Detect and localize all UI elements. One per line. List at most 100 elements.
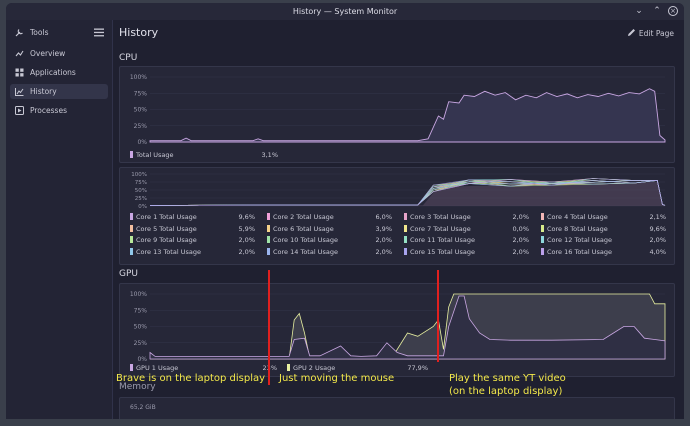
cpu-core-value: 2,0% [512, 247, 529, 256]
cpu-cores-panel: 100% 75% 50% 25% 0% Core 1 Total Usage 9,6% Co… [119, 167, 675, 265]
cpu-total-legend: Total Usage [130, 151, 174, 159]
legend-swatch [404, 247, 407, 255]
cpu-core-legend: Core 14 Total Usage [267, 247, 338, 256]
legend-label: Core 16 Total Usage [547, 247, 612, 256]
legend-label: Core 10 Total Usage [273, 236, 338, 244]
cpu-core-value: 2,0% [375, 247, 392, 256]
close-icon[interactable]: × [668, 6, 678, 16]
legend-label: Core 2 Total Usage [273, 213, 334, 221]
legend-label: Total Usage [136, 151, 174, 159]
legend-swatch [404, 213, 407, 220]
legend-label: Core 14 Total Usage [273, 247, 338, 256]
legend-swatch [287, 364, 290, 371]
gpu1-legend: GPU 1 Usage [130, 364, 178, 372]
legend-swatch [404, 236, 407, 243]
sidebar-item-history[interactable]: History [10, 84, 108, 99]
event-marker-line [437, 270, 439, 362]
gpu-panel: 100% 75% 50% 25% 0% GPU 1 Usage 23% GPU 2 Us… [119, 283, 675, 377]
cpu-section-title: CPU [119, 53, 138, 63]
legend-swatch [267, 236, 270, 243]
tick-label: 50% [134, 107, 148, 114]
cpu-cores-chart: 100% 75% 50% 25% 0% [131, 172, 666, 210]
tick-label: 25% [134, 340, 148, 347]
legend-label: Core 4 Total Usage [547, 213, 608, 221]
tick-label: 0% [137, 356, 147, 363]
cpu-core-value: 9,6% [238, 213, 255, 221]
applications-icon [15, 68, 24, 77]
cpu-core-value: 0,0% [512, 224, 529, 233]
tick-label: 50% [135, 188, 147, 194]
tools-icon [15, 29, 23, 37]
cpu-core-value: 2,1% [649, 213, 666, 221]
sidebar-item-overview[interactable]: Overview [10, 46, 108, 61]
cpu-core-value: 2,0% [238, 236, 255, 244]
cpu-core-value: 9,6% [649, 224, 666, 233]
legend-swatch [130, 224, 133, 232]
gpu-section-title: GPU [119, 269, 138, 279]
legend-label: Core 7 Total Usage [410, 224, 471, 233]
legend-label: Core 12 Total Usage [547, 236, 612, 244]
memory-tick-top: 65,2 GiB [130, 404, 156, 411]
cpu-core-legend: Core 7 Total Usage [404, 224, 471, 233]
tick-label: 75% [134, 90, 148, 97]
annotation-mouse: Just moving the mouse [279, 373, 395, 384]
window-title: History — System Monitor [292, 7, 398, 16]
minimize-icon[interactable]: ⌄ [634, 6, 644, 16]
cpu-core-legend: Core 4 Total Usage [541, 213, 608, 221]
overview-icon [15, 50, 24, 57]
cpu-total-chart: 100% 75% 50% 25% 0% [130, 74, 666, 146]
memory-panel: 65,2 GiB [119, 397, 675, 419]
sidebar-item-label: Processes [30, 106, 67, 115]
title-bar: History — System Monitor ⌄ ⌃ × [6, 3, 684, 20]
cpu-core-legend: Core 11 Total Usage [404, 236, 475, 244]
hamburger-menu-icon[interactable] [94, 28, 104, 37]
legend-label: Core 13 Total Usage [136, 247, 201, 256]
cpu-core-value: 2,0% [512, 213, 529, 221]
legend-label: GPU 2 Usage [293, 364, 336, 372]
legend-swatch [541, 213, 544, 220]
cpu-core-legend: Core 10 Total Usage [267, 236, 338, 244]
cpu-core-legend: Core 1 Total Usage [130, 213, 197, 221]
legend-label: Core 6 Total Usage [273, 224, 334, 233]
sidebar: Tools Overview Applications History Proc… [6, 20, 113, 419]
annotation-brave: Brave is on the laptop display [116, 373, 266, 384]
cpu-core-legend: Core 2 Total Usage [267, 213, 334, 221]
cpu-core-legend: Core 12 Total Usage [541, 236, 612, 244]
annotation-yt-1: Play the same YT video [449, 373, 566, 384]
legend-swatch [541, 224, 544, 232]
legend-label: Core 8 Total Usage [547, 224, 608, 233]
sidebar-item-applications[interactable]: Applications [10, 65, 108, 80]
cpu-total-panel: 100% 75% 50% 25% 0% Total Usage 3,1% [119, 66, 675, 163]
annotation-yt-2: (on the laptop display) [449, 386, 563, 397]
cpu-core-value: 4,0% [649, 247, 666, 256]
cpu-core-legend: Core 16 Total Usage [541, 247, 612, 256]
tick-label: 25% [135, 196, 147, 202]
cpu-total-value: 3,1% [261, 151, 278, 159]
sidebar-item-processes[interactable]: Processes [10, 103, 108, 118]
event-marker-line [268, 270, 270, 385]
tick-label: 100% [130, 291, 147, 298]
cpu-core-value: 3,9% [375, 224, 392, 233]
edit-page-button[interactable]: Edit Page [627, 28, 674, 38]
maximize-icon[interactable]: ⌃ [652, 6, 662, 16]
cpu-core-value: 2,0% [238, 247, 255, 256]
legend-swatch [130, 364, 133, 371]
legend-swatch [267, 224, 270, 232]
sidebar-item-label: History [30, 87, 57, 96]
legend-swatch [541, 247, 544, 255]
cpu-core-value: 2,0% [649, 236, 666, 244]
cpu-core-legend: Core 6 Total Usage [267, 224, 334, 233]
main-content: History Edit Page CPU 100% 75% 50% 25% 0% To… [113, 20, 684, 419]
legend-swatch [130, 236, 133, 243]
tick-label: 75% [135, 180, 147, 186]
tick-label: 25% [134, 123, 148, 130]
tick-label: 75% [134, 307, 148, 314]
cpu-core-legend: Core 3 Total Usage [404, 213, 471, 221]
pencil-icon [627, 29, 635, 36]
sidebar-title: Tools [30, 28, 49, 37]
system-monitor-window: History — System Monitor ⌄ ⌃ × Tools Ove… [6, 3, 684, 419]
legend-swatch [130, 247, 133, 255]
legend-label: Core 5 Total Usage [136, 224, 197, 233]
history-icon [15, 88, 24, 96]
tick-label: 50% [134, 324, 148, 331]
